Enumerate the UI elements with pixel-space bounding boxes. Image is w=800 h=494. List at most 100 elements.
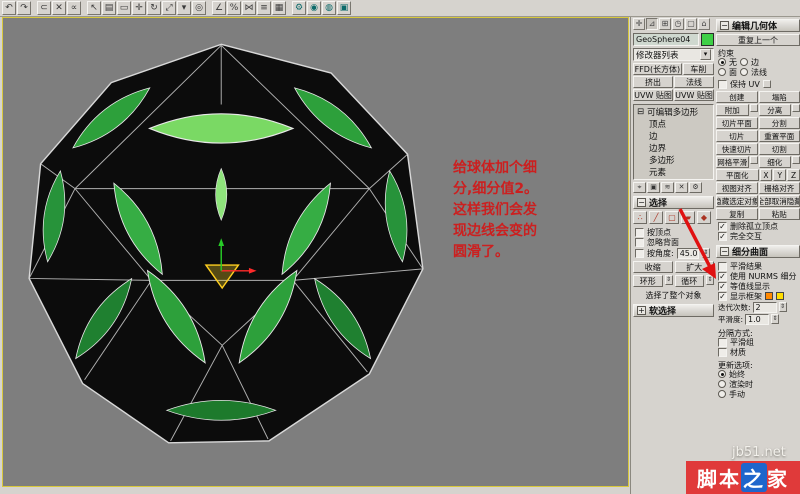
attach-button[interactable]: 附加 [716,104,749,116]
use-pivot-icon[interactable]: ◎ [192,1,206,15]
percent-snap-icon[interactable]: % [227,1,241,15]
edit-geometry-rollout-header[interactable]: − 编辑几何体 [716,19,800,32]
update-render-radio[interactable] [718,380,726,388]
select-and-move-icon[interactable]: ✛ [132,1,146,15]
modifier-button-uvw1[interactable]: UVW 贴图 [633,89,673,101]
tab-modify-icon[interactable]: ⊿ [646,18,658,30]
full-interactivity-checkbox[interactable] [718,231,727,241]
selection-rollout-header[interactable]: − 选择 [633,196,714,209]
object-color-swatch[interactable] [701,33,714,46]
render-setup-icon[interactable]: ▣ [337,1,351,15]
iterations-spinner[interactable] [778,302,787,312]
select-object-icon[interactable]: ↖ [87,1,101,15]
update-always-radio[interactable] [718,370,726,378]
redo-icon[interactable]: ↷ [17,1,31,15]
select-and-link-icon[interactable]: ⊂ [37,1,51,15]
make-unique-icon[interactable]: ≋ [661,182,674,193]
cage-color-swatch[interactable] [765,292,773,300]
iterations-field[interactable]: 2 [752,301,777,313]
unlink-selection-icon[interactable]: ✕ [52,1,66,15]
modifier-list-dropdown[interactable]: 修改器列表 ▾ [633,48,714,61]
region-select-icon[interactable]: ▭ [117,1,131,15]
tessellate-settings-icon[interactable] [792,156,800,164]
polygon-mode-icon[interactable]: ▰ [681,211,695,224]
perspective-viewport[interactable]: 给球体加个细 分,细分值2。 这样我们会发 现边线会变的 圆滑了。 [2,17,629,487]
detach-button[interactable]: 分离 [758,104,791,116]
tab-utilities-icon[interactable]: ⌂ [698,18,710,30]
constraint-edge-radio[interactable] [740,58,748,66]
modifier-button-uvw2[interactable]: UVW 贴图 [674,89,714,101]
layer-manager-icon[interactable]: ▦ [272,1,286,15]
copy-button[interactable]: 复制 [716,208,758,220]
slice-plane-button[interactable]: 切片平面 [716,117,758,129]
stack-root-editable-poly[interactable]: ⊟ 可编辑多边形 [635,106,712,118]
element-mode-icon[interactable]: ◆ [697,211,711,224]
object-name-field[interactable]: GeoSphere04 [633,33,699,46]
bind-to-space-warp-icon[interactable]: ∝ [67,1,81,15]
loop-spinner[interactable] [706,275,714,285]
smoothing-groups-checkbox[interactable] [718,337,727,347]
configure-modifier-icon[interactable]: ⚙ [689,182,702,193]
expand-icon[interactable]: ⊟ [637,107,644,117]
paste-button[interactable]: 粘贴 [758,208,800,220]
ring-button[interactable]: 环形 [633,275,663,287]
stack-item-polygon[interactable]: 多边形 [635,154,712,166]
planar-x-button[interactable]: X [759,169,773,181]
border-mode-icon[interactable]: ▢ [665,211,679,224]
reset-plane-button[interactable]: 重置平面 [758,130,800,142]
modifier-button-ffd[interactable]: FFD(长方体) [633,63,682,75]
planar-y-button[interactable]: Y [773,169,787,181]
by-vertex-checkbox[interactable] [635,227,644,237]
cut-button[interactable]: 切割 [758,143,800,155]
hide-selected-button[interactable]: 隐藏选定对象 [716,195,758,207]
unhide-all-button[interactable]: 全部取消隐藏 [758,195,800,207]
select-by-name-icon[interactable]: ▤ [102,1,116,15]
tab-display-icon[interactable]: ▢ [685,18,697,30]
tab-create-icon[interactable]: ✛ [633,18,645,30]
constraint-none-radio[interactable] [718,58,726,66]
materials-checkbox[interactable] [718,347,727,357]
smoothness-field[interactable]: 1.0 [745,313,770,325]
modifier-button-extrude[interactable]: 挤出 [633,76,673,88]
modifier-button-lathe[interactable]: 车削 [682,63,714,75]
undo-icon[interactable]: ↶ [2,1,16,15]
grid-align-button[interactable]: 栅格对齐 [758,182,800,194]
ring-spinner[interactable] [664,275,673,285]
by-angle-checkbox[interactable] [635,248,644,258]
quickslice-button[interactable]: 快速切片 [716,143,758,155]
use-nurms-checkbox[interactable] [718,271,727,281]
show-cage-checkbox[interactable] [718,291,727,301]
repeat-last-button[interactable]: 重复上一个 [716,34,800,46]
angle-value-field[interactable]: 45.0 [676,247,699,259]
select-and-scale-icon[interactable]: ⤢ [162,1,176,15]
edge-mode-icon[interactable]: ╱ [649,211,663,224]
stack-item-border[interactable]: 边界 [635,142,712,154]
schematic-view-icon[interactable]: ◉ [307,1,321,15]
remove-modifier-icon[interactable]: ✕ [675,182,688,193]
loop-button[interactable]: 循环 [674,275,704,287]
split-button[interactable]: 分割 [758,117,800,129]
show-end-result-icon[interactable]: ▣ [647,182,660,193]
material-editor-icon[interactable]: ◍ [322,1,336,15]
tab-hierarchy-icon[interactable]: ⊞ [659,18,671,30]
select-and-rotate-icon[interactable]: ↻ [147,1,161,15]
constraint-normal-radio[interactable] [740,68,748,76]
attach-settings-icon[interactable] [749,104,758,112]
tab-motion-icon[interactable]: ◷ [672,18,684,30]
subdivision-surface-rollout-header[interactable]: − 细分曲面 [716,245,800,258]
coordinate-dropdown-icon[interactable]: ▾ [177,1,191,15]
delete-isolated-vertices-checkbox[interactable] [718,221,727,231]
angle-spinner[interactable] [701,248,710,258]
collapse-button[interactable]: 塌陷 [758,91,800,103]
preserve-uv-checkbox[interactable] [718,79,727,89]
slice-button[interactable]: 切片 [716,130,758,142]
smooth-result-checkbox[interactable] [718,261,727,271]
planar-z-button[interactable]: Z [787,169,800,181]
vertex-mode-icon[interactable]: ∴ [633,211,647,224]
preserve-uv-settings-icon[interactable] [762,80,771,88]
mirror-icon[interactable]: ⋈ [242,1,256,15]
align-icon[interactable]: ≡ [257,1,271,15]
angle-snap-icon[interactable]: ∠ [212,1,226,15]
cage-selected-color-swatch[interactable] [776,292,784,300]
meshsmooth-settings-icon[interactable] [749,156,758,164]
